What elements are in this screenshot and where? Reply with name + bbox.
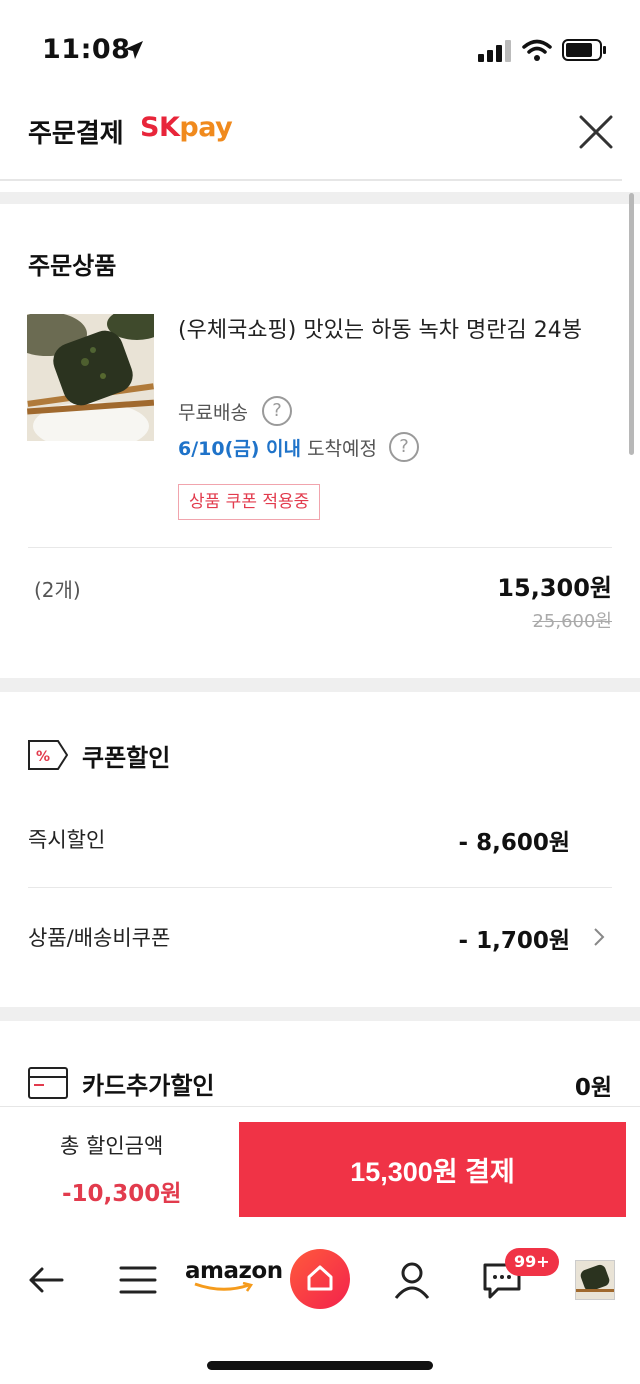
user-icon[interactable] bbox=[392, 1260, 432, 1300]
home-indicator bbox=[207, 1361, 433, 1370]
total-discount-label: 총 할인금액 bbox=[60, 1134, 164, 1158]
section-separator bbox=[0, 678, 640, 692]
pay-logo-text: pay bbox=[179, 112, 233, 143]
product-name[interactable]: (우체국쇼핑) 맛있는 하동 녹차 명란김 24봉 bbox=[178, 314, 598, 348]
menu-icon[interactable] bbox=[118, 1260, 158, 1300]
instant-discount-value: - 8,600원 bbox=[458, 830, 570, 856]
product-image[interactable] bbox=[27, 314, 154, 441]
chevron-right-icon[interactable] bbox=[592, 926, 606, 948]
amazon-smile-icon bbox=[194, 1282, 254, 1292]
product-price: 15,300원 bbox=[497, 574, 612, 602]
quantity: (2개) bbox=[34, 578, 81, 602]
section-separator bbox=[0, 192, 640, 204]
credit-card-icon bbox=[28, 1067, 68, 1099]
sk-pay-logo: SKpay bbox=[140, 112, 233, 143]
chat-count-badge: 99+ bbox=[505, 1248, 559, 1276]
shipping-text: 무료배송 bbox=[178, 402, 248, 424]
amazon-logo-text: amazon bbox=[185, 1258, 283, 1284]
page-title: 주문결제 bbox=[28, 119, 124, 149]
coupon-row-label[interactable]: 상품/배송비쿠폰 bbox=[28, 922, 170, 952]
scrollbar[interactable] bbox=[629, 193, 634, 455]
home-button[interactable] bbox=[290, 1249, 350, 1309]
wifi-icon bbox=[522, 39, 552, 61]
recent-product-thumbnail[interactable] bbox=[575, 1260, 615, 1300]
header-divider bbox=[0, 179, 622, 181]
status-time: 11:08 bbox=[42, 34, 131, 65]
coupon-applied-badge: 상품 쿠폰 적용중 bbox=[178, 484, 321, 520]
help-icon[interactable]: ? bbox=[262, 396, 292, 426]
instant-discount-label: 즉시할인 bbox=[28, 828, 106, 852]
arrival-date: 6/10(금) 이내 bbox=[178, 438, 302, 460]
arrival-text: 도착예정 bbox=[307, 438, 377, 460]
card-discount-title: 카드추가할인 bbox=[82, 1072, 215, 1100]
total-discount-amount: -10,300원 bbox=[62, 1181, 182, 1207]
close-button[interactable] bbox=[576, 112, 616, 152]
sk-logo-text: SK bbox=[140, 112, 180, 143]
section-separator bbox=[0, 1007, 640, 1021]
back-arrow-icon[interactable] bbox=[26, 1260, 66, 1300]
order-products-title: 주문상품 bbox=[28, 252, 117, 280]
divider bbox=[28, 547, 612, 548]
home-icon bbox=[307, 1265, 333, 1291]
divider bbox=[28, 887, 612, 888]
pay-button[interactable]: 15,300원 결제 bbox=[239, 1122, 626, 1217]
coupon-row-value[interactable]: - 1,700원 bbox=[459, 921, 570, 955]
location-arrow-icon bbox=[125, 41, 143, 59]
coupon-icon: % bbox=[28, 740, 68, 770]
arrival-info: 6/10(금) 이내 도착예정 bbox=[178, 434, 377, 461]
amazon-logo[interactable]: amazon bbox=[185, 1258, 283, 1292]
coupon-discount-title: 쿠폰할인 bbox=[82, 744, 171, 772]
help-icon[interactable]: ? bbox=[389, 432, 419, 462]
svg-text:%: % bbox=[36, 749, 50, 765]
original-price: 25,600원 bbox=[532, 611, 612, 632]
battery-icon bbox=[562, 39, 606, 61]
signal-icon bbox=[478, 40, 511, 62]
card-discount-value: 0원 bbox=[574, 1075, 612, 1101]
